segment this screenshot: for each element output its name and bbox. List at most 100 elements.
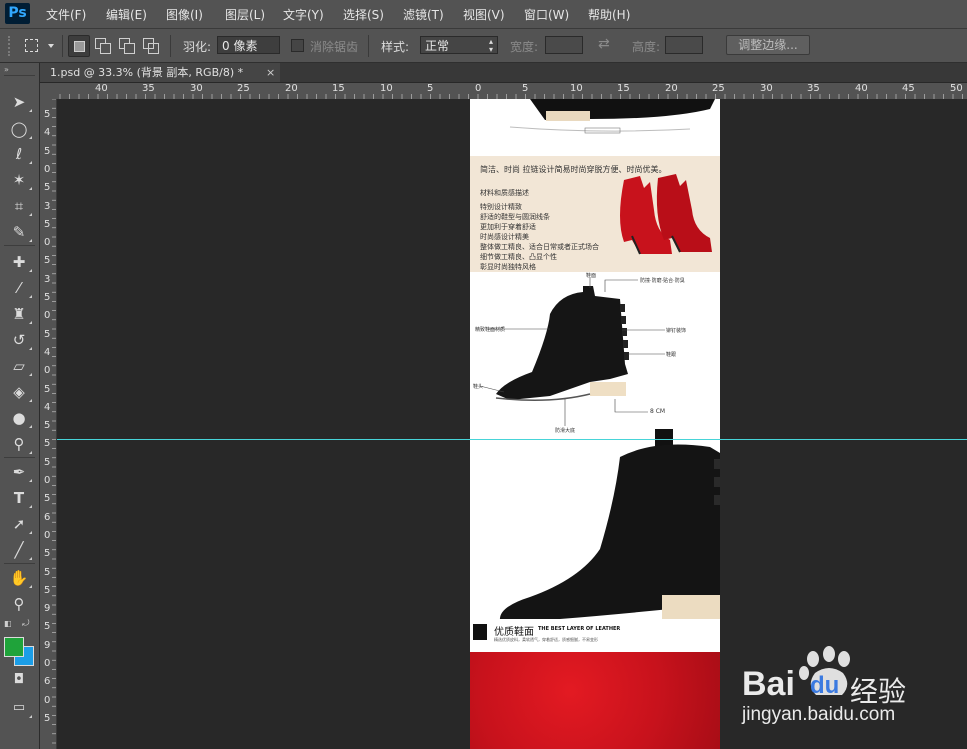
collapse-icon[interactable]: » xyxy=(4,65,9,74)
default-colors-icon[interactable]: ◧ xyxy=(4,619,12,628)
close-tab-icon[interactable]: × xyxy=(266,63,275,82)
feature-line: 特别设计精致 xyxy=(480,203,522,211)
type-tool-icon[interactable]: T xyxy=(8,487,32,509)
red-boots-photo xyxy=(620,174,712,255)
zoom-tool-icon[interactable]: ⚲ xyxy=(8,593,30,615)
style-label: 样式: xyxy=(381,40,410,54)
ruler-label: 5 xyxy=(522,83,529,94)
quality-subtitle: THE BEST LAYER OF LEATHER xyxy=(538,626,621,632)
width-input[interactable] xyxy=(545,36,583,54)
subtract-selection-button[interactable] xyxy=(116,35,136,55)
swap-colors-icon[interactable]: ⤾ xyxy=(22,619,30,629)
ruler-label: 9 xyxy=(44,603,51,615)
chevron-down-icon xyxy=(48,44,54,48)
ruler-label: 35 xyxy=(807,83,820,94)
ruler-label: 30 xyxy=(190,83,203,94)
vertical-ruler[interactable]: 5 4 5 0 5 3 5 0 5 3 5 0 5 4 0 5 4 5 5 5 0 5 6 0 5 5 5 9 5 9 0 6 0 5 xyxy=(40,99,57,749)
hand-tool-icon[interactable]: ✋ xyxy=(8,567,32,589)
refine-edge-button[interactable]: 调整边缘... xyxy=(726,35,810,55)
horizontal-ruler[interactable]: 40 35 30 25 20 15 10 5 0 5 10 15 20 25 3… xyxy=(57,83,967,100)
quick-mask-icon[interactable]: ◘ xyxy=(8,669,30,691)
elliptical-marquee-icon[interactable]: ◯ xyxy=(8,118,32,140)
ruler-label: 0 xyxy=(44,365,51,377)
dodge-tool-icon[interactable]: ⚲ xyxy=(8,433,32,455)
horizontal-guide[interactable] xyxy=(57,439,967,440)
marquee-preset-picker[interactable] xyxy=(22,35,54,55)
new-selection-button[interactable] xyxy=(68,35,90,57)
ruler-label: 0 xyxy=(44,694,51,706)
intersect-selection-button[interactable] xyxy=(140,35,160,55)
divider xyxy=(368,35,369,57)
feature-line: 时尚感设计精美 xyxy=(480,233,529,241)
menu-window[interactable]: 窗口(W) xyxy=(524,6,569,23)
ruler-label: 5 xyxy=(44,621,51,633)
ruler-label: 4 xyxy=(44,127,51,139)
ruler-label: 5 xyxy=(44,328,51,340)
height-input[interactable] xyxy=(665,36,703,54)
menu-select[interactable]: 选择(S) xyxy=(343,6,384,23)
screen-mode-icon[interactable]: ▭ xyxy=(8,697,32,719)
ruler-label: 20 xyxy=(665,83,678,94)
ruler-label: 6 xyxy=(44,511,51,523)
callout-label: 鞋头 xyxy=(473,384,484,390)
watermark-brand: Bai xyxy=(742,665,795,703)
ruler-label: 40 xyxy=(95,83,108,94)
menu-view[interactable]: 视图(V) xyxy=(463,6,505,23)
ruler-label: 5 xyxy=(44,712,51,724)
magic-wand-icon[interactable]: ✶ xyxy=(8,169,32,191)
menu-layer[interactable]: 图层(L) xyxy=(225,6,265,23)
menu-file[interactable]: 文件(F) xyxy=(46,6,86,23)
ruler-label: 20 xyxy=(285,83,298,94)
add-selection-button[interactable] xyxy=(92,35,112,55)
blur-tool-icon[interactable]: ● xyxy=(8,407,32,429)
eraser-tool-icon[interactable]: ▱ xyxy=(8,355,32,377)
ruler-label: 0 xyxy=(44,237,51,249)
document-tab[interactable]: 1.psd @ 33.3% (背景 副本, RGB/8) * × xyxy=(40,63,280,82)
options-bar: 羽化: 0 像素 消除锯齿 样式: 正常 ▴ ▾ 宽度: ⇄ 高度: 调整边缘..… xyxy=(0,29,967,63)
document-image[interactable]: 简洁、时尚 拉链设计简易时尚穿脱方便、时尚优美。 材料和质感描述 特别设计精致 … xyxy=(470,99,720,749)
ruler-label: 0 xyxy=(44,310,51,322)
menu-help[interactable]: 帮助(H) xyxy=(588,6,630,23)
feather-label: 羽化: xyxy=(183,40,212,54)
ruler-label: 5 xyxy=(44,420,51,432)
ruler-label: 5 xyxy=(44,109,51,120)
brush-tool-icon[interactable]: ⁄ xyxy=(8,277,32,299)
ruler-label: 45 xyxy=(902,83,915,94)
feature-line: 整体做工精良、适合日常或者正式场合 xyxy=(480,243,599,251)
menu-type[interactable]: 文字(Y) xyxy=(283,6,324,23)
ruler-corner xyxy=(40,83,57,99)
menu-filter[interactable]: 滤镜(T) xyxy=(403,6,444,23)
pen-tool-icon[interactable]: ✒ xyxy=(8,461,32,483)
swap-icon[interactable]: ⇄ xyxy=(598,36,610,52)
boot-diagram xyxy=(479,278,665,426)
menu-image[interactable]: 图像(I) xyxy=(166,6,203,23)
paint-bucket-icon[interactable]: ◈ xyxy=(8,381,32,403)
antialias-label: 消除锯齿 xyxy=(310,40,359,54)
clone-stamp-icon[interactable]: ♜ xyxy=(8,303,32,325)
feather-input[interactable]: 0 像素 xyxy=(217,36,280,54)
menu-edit[interactable]: 编辑(E) xyxy=(106,6,147,23)
ruler-label: 5 xyxy=(44,292,51,303)
path-selection-icon[interactable]: ➚ xyxy=(8,513,32,535)
move-tool-icon[interactable]: ➤ xyxy=(8,91,32,113)
updown-arrows-icon: ▴ ▾ xyxy=(488,37,493,54)
feature-line: 细节做工精良、凸显个性 xyxy=(480,253,557,261)
lasso-tool-icon[interactable]: ℓ xyxy=(8,143,32,165)
ruler-label: 0 xyxy=(44,475,51,486)
red-suede-texture xyxy=(470,652,720,749)
feature-banner: 简洁、时尚 拉链设计简易时尚穿脱方便、时尚优美。 材料和质感描述 特别设计精致 … xyxy=(470,156,720,272)
ruler-label: 5 xyxy=(44,456,51,468)
eyedropper-icon[interactable]: ✎ xyxy=(8,221,32,243)
style-select[interactable]: 正常 ▴ ▾ xyxy=(420,36,498,54)
ruler-label: 5 xyxy=(44,548,51,560)
ruler-label: 0 xyxy=(44,163,51,175)
crop-tool-icon[interactable]: ⌗ xyxy=(8,195,32,217)
ruler-label: 5 xyxy=(44,255,51,267)
foreground-color-swatch[interactable] xyxy=(4,637,24,657)
history-brush-icon[interactable]: ↺ xyxy=(8,329,32,351)
antialias-checkbox[interactable] xyxy=(291,39,304,52)
ruler-label: 3 xyxy=(44,200,51,212)
line-tool-icon[interactable]: ╱ xyxy=(8,539,32,561)
ruler-label: 15 xyxy=(617,83,630,94)
healing-brush-icon[interactable]: ✚ xyxy=(8,251,32,273)
